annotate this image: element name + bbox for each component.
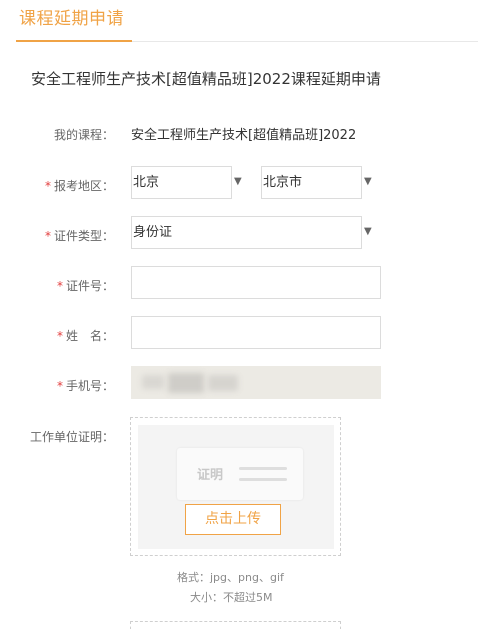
format-hint: 格式：jpg、png、gif [177,571,284,584]
id-type-label: * 证件类型： [45,227,114,244]
caret-down-icon[interactable]: ▼ [364,226,372,237]
caret-down-icon[interactable]: ▼ [364,176,372,187]
id-number-input[interactable] [131,266,381,299]
region-label: * 报考地区： [45,177,114,194]
course-label-text: 我的课程： [53,128,114,142]
region-label-text: 报考地区： [53,179,114,193]
required-marker: * [44,229,51,243]
phone-label-text: 手机号： [65,379,114,393]
required-marker: * [56,379,63,393]
placeholder-line [239,467,287,470]
work-proof-label: 工作单位证明： [30,428,114,445]
phone-input[interactable] [131,366,381,399]
page-title: 课程延期申请 [19,9,124,29]
city-select[interactable]: 北京市 [261,166,362,199]
caret-down-icon[interactable]: ▼ [234,176,242,187]
name-label-text: 姓 名： [65,329,114,343]
upload-preview: 证明 点击上传 [138,425,334,549]
upload-button[interactable]: 点击上传 [185,504,281,535]
size-hint: 大小：不超过5M [190,591,273,604]
certificate-placeholder-text: 证明 [197,468,224,483]
certificate-placeholder-icon: 证明 [177,448,303,500]
name-input[interactable] [131,316,381,349]
province-select[interactable]: 北京 [131,166,232,199]
redacted-blur [168,373,204,393]
page-header: 课程延期申请 [0,0,478,44]
id-type-label-text: 证件类型： [53,229,114,243]
id-number-label: * 证件号： [57,277,114,294]
province-select-value: 北京 [133,175,160,190]
work-proof-label-text: 工作单位证明： [29,430,114,444]
course-value: 安全工程师生产技术[超值精品班]2022 [131,128,357,143]
required-marker: * [44,179,51,193]
header-accent-underline [16,40,132,42]
redacted-blur [208,375,238,391]
id-type-select[interactable]: 身份证 [131,216,362,249]
city-select-value: 北京市 [263,175,303,190]
phone-label: * 手机号： [57,377,114,394]
form-heading: 安全工程师生产技术[超值精品班]2022课程延期申请 [31,70,381,88]
id-type-select-value: 身份证 [133,225,173,240]
required-marker: * [56,329,63,343]
work-proof-upload-area[interactable]: 证明 点击上传 [130,417,341,556]
next-upload-area[interactable] [130,621,341,629]
name-label: * 姓 名： [57,327,114,344]
placeholder-line [239,478,287,481]
id-number-label-text: 证件号： [65,279,114,293]
redacted-blur [142,375,164,389]
course-label: 我的课程： [54,126,114,143]
required-marker: * [56,279,63,293]
